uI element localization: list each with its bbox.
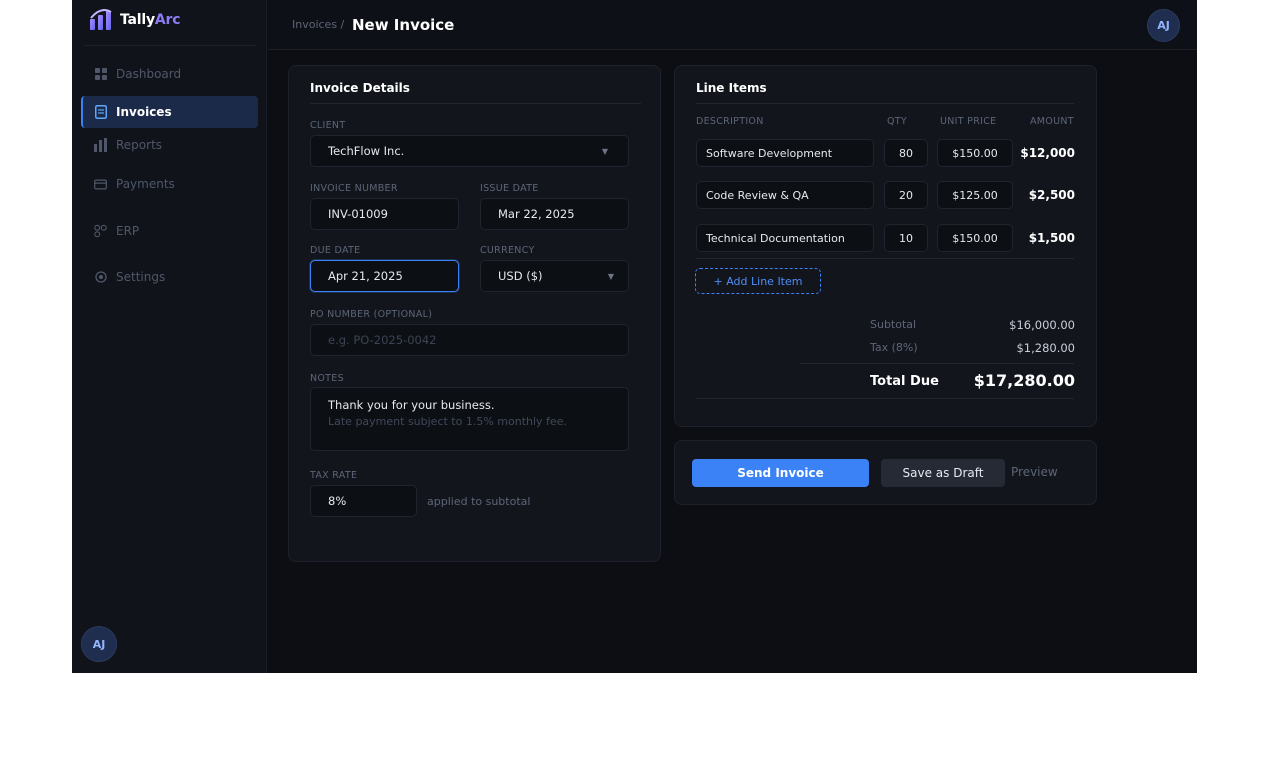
notes-label: NOTES xyxy=(310,373,344,384)
preview-button[interactable]: Preview xyxy=(1011,465,1058,479)
line-qty: 10 xyxy=(899,231,913,245)
tax-rate-hint: applied to subtotal xyxy=(427,495,531,508)
gear-icon xyxy=(94,271,107,284)
divider xyxy=(696,103,1074,104)
card-title: Line Items xyxy=(696,81,767,95)
bar-chart-icon xyxy=(94,138,107,152)
sidebar-item-reports[interactable]: Reports xyxy=(81,129,258,161)
line-description-input[interactable]: Software Development xyxy=(696,139,874,167)
issue-date-input[interactable]: Mar 22, 2025 xyxy=(480,198,629,230)
due-date-value: Apr 21, 2025 xyxy=(328,269,403,283)
logo-icon xyxy=(90,9,112,30)
invoice-number-input[interactable]: INV-01009 xyxy=(310,198,459,230)
save-draft-button[interactable]: Save as Draft xyxy=(881,459,1005,487)
divider xyxy=(696,258,1074,259)
subtotal-value: $16,000.00 xyxy=(1009,318,1075,332)
invoice-details-card: Invoice Details CLIENT TechFlow Inc. ▼ I… xyxy=(288,65,661,562)
sidebar-item-label: Payments xyxy=(116,177,175,191)
invoice-number-value: INV-01009 xyxy=(328,207,388,221)
issue-date-value: Mar 22, 2025 xyxy=(498,207,575,221)
total-due-value: $17,280.00 xyxy=(973,371,1075,390)
sidebar-item-invoices[interactable]: Invoices xyxy=(81,96,258,128)
notes-line-2: Late payment subject to 1.5% monthly fee… xyxy=(328,415,567,428)
logo[interactable]: TallyArc xyxy=(89,9,181,31)
chevron-down-icon: ▼ xyxy=(607,272,614,281)
divider xyxy=(310,103,641,104)
sidebar-item-label: Reports xyxy=(116,138,163,152)
add-line-item-button[interactable]: + Add Line Item xyxy=(695,268,821,294)
sidebar-item-label: Settings xyxy=(116,270,166,284)
column-header-qty: QTY xyxy=(887,116,907,127)
invoice-number-label: INVOICE NUMBER xyxy=(310,183,398,194)
user-avatar[interactable]: AJ xyxy=(81,626,117,662)
breadcrumb[interactable]: Invoices / xyxy=(292,18,344,31)
grid-icon xyxy=(94,68,107,81)
line-amount: $12,000 xyxy=(1020,146,1075,160)
tax-label: Tax (8%) xyxy=(870,341,918,354)
sidebar-item-label: Invoices xyxy=(116,105,172,119)
notes-textarea[interactable]: Thank you for your business. Late paymen… xyxy=(310,387,629,451)
column-header-description: DESCRIPTION xyxy=(696,116,764,127)
sidebar-item-dashboard[interactable]: Dashboard xyxy=(81,58,258,90)
line-amount: $1,500 xyxy=(1028,231,1075,245)
chevron-down-icon: ▼ xyxy=(601,147,608,156)
client-select[interactable]: TechFlow Inc. ▼ xyxy=(310,135,629,167)
line-description-input[interactable]: Code Review & QA xyxy=(696,181,874,209)
issue-date-label: ISSUE DATE xyxy=(480,183,539,194)
line-qty-input[interactable]: 20 xyxy=(884,181,928,209)
credit-card-icon xyxy=(94,178,107,191)
sidebar-item-settings[interactable]: Settings xyxy=(81,261,258,293)
header: Invoices / New Invoice AJ xyxy=(268,0,1197,50)
line-qty: 20 xyxy=(899,188,913,202)
tax-value: $1,280.00 xyxy=(1016,341,1075,355)
sidebar-item-erp[interactable]: ERP xyxy=(81,215,258,247)
sidebar-item-label: Dashboard xyxy=(116,67,182,81)
currency-select[interactable]: USD ($) ▼ xyxy=(480,260,629,292)
divider xyxy=(696,398,1074,399)
card-title: Invoice Details xyxy=(310,81,410,95)
column-header-unit-price: UNIT PRICE xyxy=(940,116,997,127)
sidebar-item-label: ERP xyxy=(116,224,140,238)
line-qty-input[interactable]: 80 xyxy=(884,139,928,167)
line-description-input[interactable]: Technical Documentation xyxy=(696,224,874,252)
tax-rate-value: 8% xyxy=(328,494,347,508)
line-items-card: Line Items DESCRIPTION QTY UNIT PRICE AM… xyxy=(674,65,1097,427)
po-number-input[interactable]: e.g. PO-2025-0042 xyxy=(310,324,629,356)
notes-line-1: Thank you for your business. xyxy=(328,398,495,412)
line-unit-price: $150.00 xyxy=(952,231,998,245)
line-description: Code Review & QA xyxy=(706,188,809,202)
column-header-amount: AMOUNT xyxy=(1030,116,1074,127)
line-description: Software Development xyxy=(706,146,833,160)
app-window: TallyArc Dashboard Invoices Reports Paym… xyxy=(72,0,1197,673)
line-unit-price: $125.00 xyxy=(952,188,998,202)
due-date-input[interactable]: Apr 21, 2025 xyxy=(310,260,459,292)
send-invoice-button[interactable]: Send Invoice xyxy=(692,459,869,487)
divider xyxy=(800,363,1074,364)
client-value: TechFlow Inc. xyxy=(328,144,405,158)
line-amount: $2,500 xyxy=(1028,188,1075,202)
currency-value: USD ($) xyxy=(498,269,543,283)
po-number-placeholder: e.g. PO-2025-0042 xyxy=(328,333,437,347)
line-qty-input[interactable]: 10 xyxy=(884,224,928,252)
line-qty: 80 xyxy=(899,146,913,160)
document-icon xyxy=(94,105,107,119)
due-date-label: DUE DATE xyxy=(310,245,361,256)
tax-rate-label: TAX RATE xyxy=(310,470,358,481)
subtotal-label: Subtotal xyxy=(870,318,917,331)
nodes-icon xyxy=(94,224,107,238)
sidebar: TallyArc Dashboard Invoices Reports Paym… xyxy=(72,0,267,673)
sidebar-item-payments[interactable]: Payments xyxy=(81,168,258,200)
page-title: New Invoice xyxy=(352,16,455,34)
po-number-label: PO NUMBER (OPTIONAL) xyxy=(310,309,433,320)
line-description: Technical Documentation xyxy=(706,231,845,245)
actions-card: Send Invoice Save as Draft Preview xyxy=(674,440,1097,505)
currency-label: CURRENCY xyxy=(480,245,535,256)
divider xyxy=(84,45,256,46)
header-avatar[interactable]: AJ xyxy=(1147,9,1180,42)
line-unit-price: $150.00 xyxy=(952,146,998,160)
client-label: CLIENT xyxy=(310,120,346,131)
app-name: TallyArc xyxy=(120,12,181,28)
tax-rate-input[interactable]: 8% xyxy=(310,485,417,517)
